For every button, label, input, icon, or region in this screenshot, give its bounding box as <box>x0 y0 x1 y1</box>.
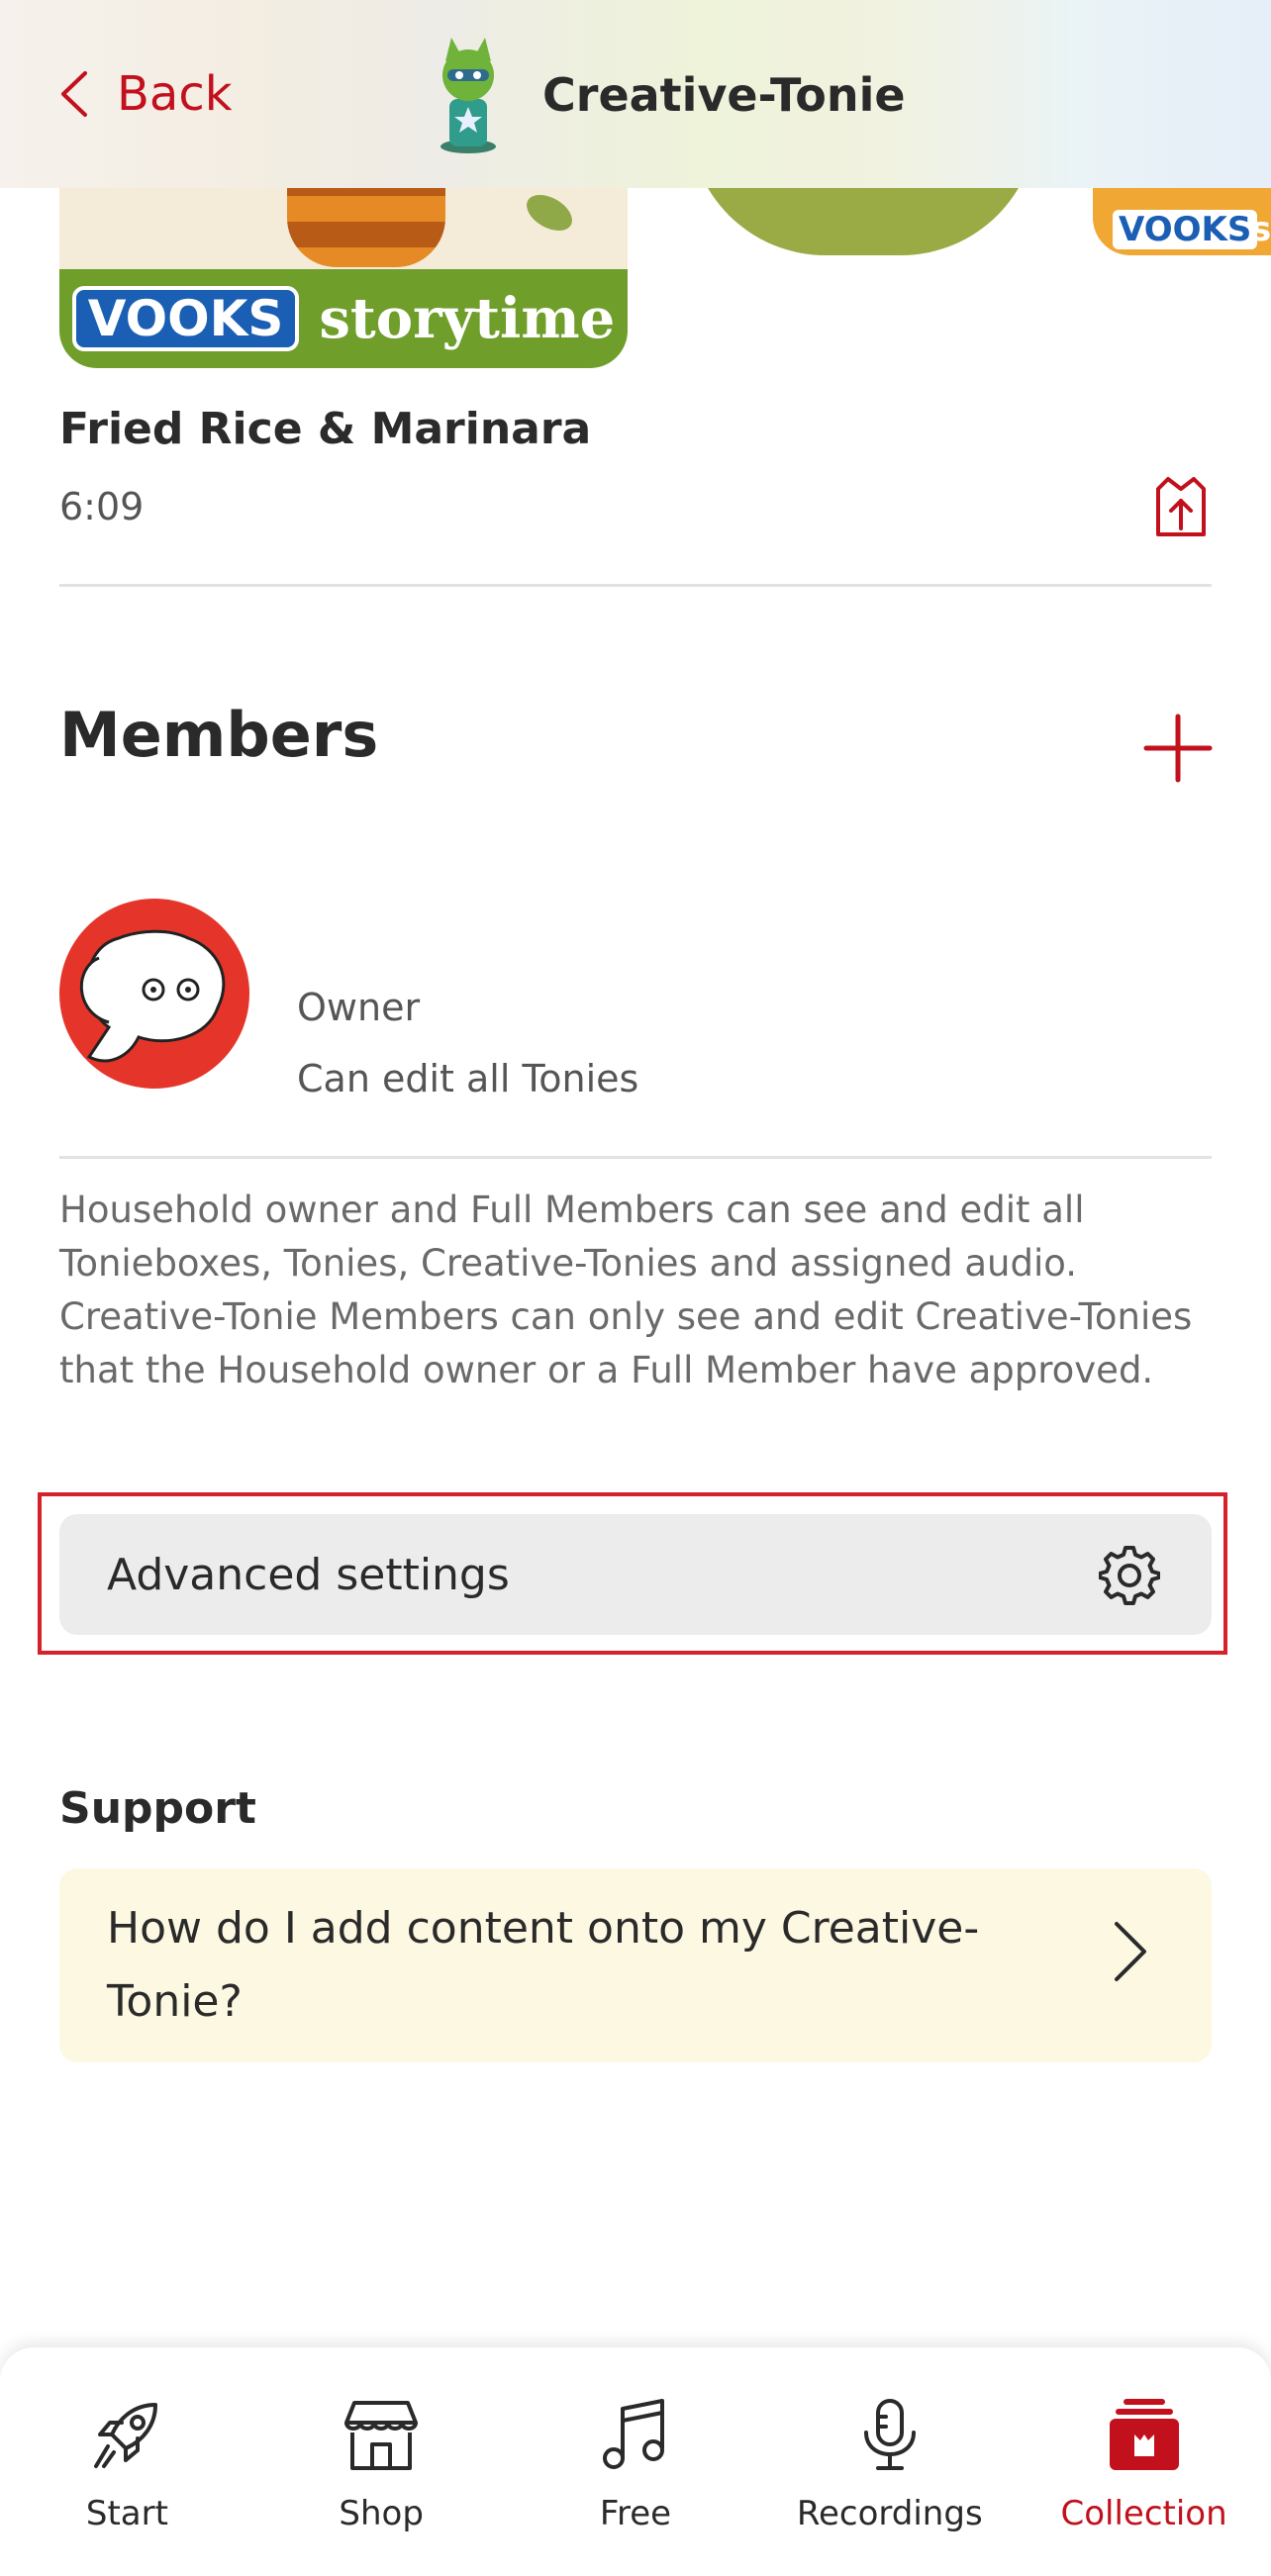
faq-item-add-content[interactable]: How do I add content onto my Creative-To… <box>59 1868 1212 2062</box>
avatar <box>59 899 249 1089</box>
elephant-avatar-icon <box>79 929 226 1063</box>
nav-label-free: Free <box>599 2494 672 2533</box>
nav-item-shop[interactable]: Shop <box>262 2347 500 2576</box>
support-heading: Support <box>59 1783 256 1834</box>
advanced-settings-label: Advanced settings <box>107 1549 510 1600</box>
card-artwork-leaf <box>520 187 579 239</box>
track-duration: 6:09 <box>59 485 145 528</box>
gear-icon <box>1099 1546 1160 1605</box>
title-group: Creative-Tonie <box>424 36 906 154</box>
nav-item-start[interactable]: Start <box>8 2347 245 2576</box>
members-info-text: Household owner and Full Members can see… <box>59 1189 1193 1391</box>
page-title: Creative-Tonie <box>542 68 906 122</box>
top-bar: Back Creative-Tonie <box>0 0 1271 188</box>
chevron-right-icon <box>1115 1922 1146 1981</box>
divider <box>59 584 1212 587</box>
divider <box>59 1156 1212 1159</box>
vooks-logo: VOOKS <box>71 286 300 351</box>
member-permission: Can edit all Tonies <box>297 1057 639 1100</box>
nav-item-collection[interactable]: Collection <box>1026 2347 1263 2576</box>
advanced-settings-button[interactable]: Advanced settings <box>59 1514 1212 1635</box>
storytime-label: storytime <box>319 286 616 351</box>
back-button[interactable]: Back <box>57 61 233 127</box>
card-banner: VOOKS storytime <box>59 269 628 368</box>
music-note-icon <box>602 2399 664 2469</box>
rocket-icon <box>94 2403 158 2468</box>
nav-label-recordings: Recordings <box>796 2494 983 2533</box>
vooks-logo-small: VOOKS <box>1113 210 1258 249</box>
tonie-upload-icon[interactable] <box>1150 475 1212 540</box>
nav-item-free[interactable]: Free <box>517 2347 754 2576</box>
microphone-icon <box>863 2399 916 2470</box>
nav-label-start: Start <box>85 2494 168 2533</box>
creative-tonie-figure-icon <box>440 38 496 153</box>
bottom-navigation: Start Shop Free Recordings Collection <box>0 2347 1271 2576</box>
nav-label-shop: Shop <box>339 2494 424 2533</box>
track-title: Fried Rice & Marinara <box>59 404 592 454</box>
shop-icon <box>344 2401 419 2470</box>
faq-question: How do I add content onto my Creative-To… <box>107 1903 980 2027</box>
add-member-button[interactable] <box>1142 713 1214 784</box>
collection-icon <box>1109 2399 1179 2470</box>
nav-label-collection: Collection <box>1060 2494 1227 2533</box>
chevron-left-icon <box>61 71 87 117</box>
nav-item-recordings[interactable]: Recordings <box>771 2347 1009 2576</box>
members-heading: Members <box>59 699 379 771</box>
storytime-label-small: sto <box>1251 210 1271 249</box>
back-label: Back <box>117 66 233 122</box>
member-role: Owner <box>297 986 421 1029</box>
